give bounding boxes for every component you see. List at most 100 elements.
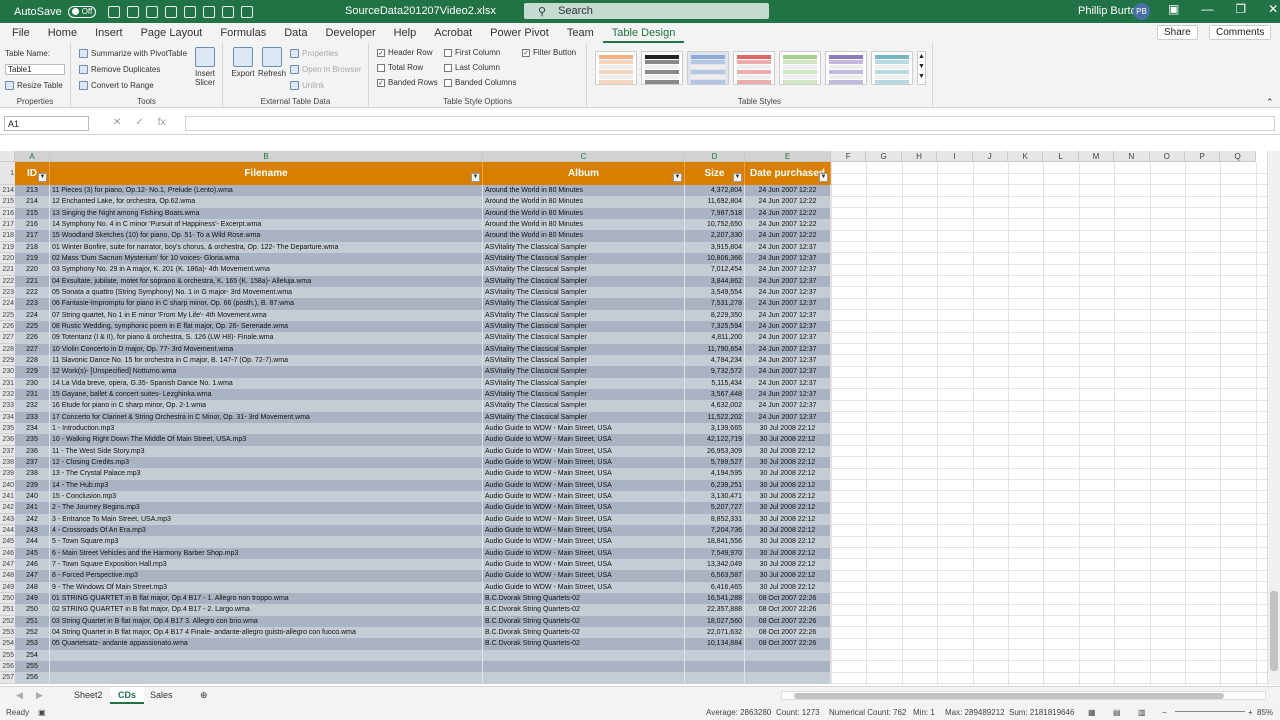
table-cell[interactable]: 3,844,862 bbox=[685, 275, 745, 287]
row-header[interactable]: 222 bbox=[0, 275, 15, 287]
table-cell[interactable]: 9 - The Windows Of Main Street.mp3 bbox=[50, 581, 483, 593]
table-cell[interactable]: 4,811,200 bbox=[685, 332, 745, 344]
status-numerical-count[interactable]: Numerical Count: 762 bbox=[829, 708, 906, 717]
status-count[interactable]: Count: 1273 bbox=[776, 708, 820, 717]
row-header[interactable]: 227 bbox=[0, 332, 15, 344]
table-header-id[interactable]: ID ▼ bbox=[15, 162, 50, 185]
table-cell[interactable]: 24 Jun 2007 12:22 bbox=[745, 218, 831, 231]
table-row[interactable]: 237 12 - Closing Credits.mp3 Audio Guide t… bbox=[15, 456, 831, 469]
close-icon[interactable]: ✕ bbox=[1268, 2, 1278, 16]
tab-home[interactable]: Home bbox=[39, 23, 86, 43]
properties-button[interactable]: Properties bbox=[290, 49, 338, 58]
table-cell[interactable] bbox=[50, 672, 483, 684]
row-header[interactable]: 218 bbox=[0, 230, 15, 242]
tab-data[interactable]: Data bbox=[275, 23, 316, 43]
table-cell[interactable]: 30 Jul 2008 22:12 bbox=[745, 422, 831, 435]
table-row[interactable]: 255 bbox=[15, 660, 831, 673]
row-header[interactable]: 228 bbox=[0, 343, 15, 355]
page-break-icon[interactable]: ▥ bbox=[1138, 708, 1146, 717]
normal-view-icon[interactable]: ▦ bbox=[1088, 708, 1096, 717]
row-header[interactable]: 238 bbox=[0, 456, 15, 469]
row-header[interactable]: 255 bbox=[0, 649, 15, 661]
table-row[interactable]: 241 2 - The Journey Begins.mp3 Audio Guide… bbox=[15, 502, 831, 514]
next-sheet-icon[interactable]: ▶ bbox=[28, 687, 51, 704]
column-header-l[interactable]: L bbox=[1043, 151, 1079, 162]
row-header[interactable]: 235 bbox=[0, 422, 15, 435]
table-cell[interactable] bbox=[483, 649, 685, 661]
column-header-d[interactable]: D bbox=[685, 151, 745, 162]
table-cell[interactable]: 24 Jun 2007 12:22 bbox=[745, 185, 831, 197]
table-cell[interactable]: 7,549,970 bbox=[685, 547, 745, 559]
table-cell[interactable]: 244 bbox=[15, 536, 50, 548]
table-row[interactable]: 249 01 STRING QUARTET in B flat major, Op… bbox=[15, 592, 831, 605]
column-header-c[interactable]: C bbox=[483, 151, 685, 162]
row-header[interactable]: 217 bbox=[0, 218, 15, 231]
header-row-checkbox[interactable]: ✓ Header Row bbox=[377, 48, 432, 57]
table-cell[interactable]: 14 Symphony No. 4 in C minor 'Pursuit of… bbox=[50, 218, 483, 231]
horizontal-scrollbar[interactable] bbox=[781, 691, 1266, 700]
table-cell[interactable]: 24 Jun 2007 12:37 bbox=[745, 411, 831, 423]
table-cell[interactable]: 245 bbox=[15, 547, 50, 559]
row-header[interactable]: 223 bbox=[0, 286, 15, 299]
table-cell[interactable]: Around the World in 80 Minutes bbox=[483, 230, 685, 242]
table-row[interactable]: 220 03 Symphony No. 29 in A major, K. 201… bbox=[15, 264, 831, 276]
name-box[interactable]: A1 bbox=[4, 116, 89, 131]
table-style-swatch[interactable] bbox=[641, 51, 683, 85]
table-row[interactable]: 218 01 Winter Bonfire, suite for narrator… bbox=[15, 241, 831, 253]
remove-duplicates-button[interactable]: Remove Duplicates bbox=[79, 65, 160, 74]
table-cell[interactable]: 12 Enchanted Lake, for orchestra, Op.62.… bbox=[50, 196, 483, 208]
table-cell[interactable]: 8,229,350 bbox=[685, 309, 745, 321]
sheet-tab-sales[interactable]: Sales bbox=[142, 687, 181, 704]
table-row[interactable]: 242 3 - Entrance To Main Street, USA.mp3 A… bbox=[15, 513, 831, 525]
table-cell[interactable]: 02 Mass 'Dum Sacrum Mysterium' for 10 vo… bbox=[50, 252, 483, 265]
table-cell[interactable]: 216 bbox=[15, 218, 50, 231]
table-cell[interactable]: 11,790,654 bbox=[685, 343, 745, 355]
tab-help[interactable]: Help bbox=[385, 23, 426, 43]
table-cell[interactable]: 223 bbox=[15, 298, 50, 310]
table-cell[interactable]: 3,549,554 bbox=[685, 286, 745, 299]
table-cell[interactable]: 12 Work(s)- [Unspecified] Notturno.wma bbox=[50, 366, 483, 378]
sort-icon[interactable] bbox=[222, 5, 235, 18]
customize-qat-icon[interactable] bbox=[241, 5, 254, 18]
table-cell[interactable]: 15 Gayane, ballet & concert suites- Lezg… bbox=[50, 388, 483, 401]
table-cell[interactable]: ASVitality The Classical Sampler bbox=[483, 332, 685, 344]
table-cell[interactable]: 7,531,278 bbox=[685, 298, 745, 310]
table-cell[interactable]: 227 bbox=[15, 343, 50, 355]
table-cell[interactable]: 10,134,884 bbox=[685, 638, 745, 650]
row-header[interactable]: 244 bbox=[0, 524, 15, 537]
table-row[interactable]: 234 1 - Introduction.mp3 Audio Guide to WD… bbox=[15, 422, 831, 435]
table-row[interactable]: 222 05 Sonata a quattro (String Symphony)… bbox=[15, 286, 831, 299]
table-cell[interactable]: 243 bbox=[15, 524, 50, 537]
cancel-icon[interactable]: ✕ bbox=[113, 117, 121, 128]
minimize-icon[interactable]: — bbox=[1201, 2, 1213, 16]
banded-columns-checkbox[interactable]: Banded Columns bbox=[444, 78, 516, 87]
table-header-album[interactable]: Album ▼ bbox=[483, 162, 685, 185]
row-header[interactable]: 246 bbox=[0, 547, 15, 559]
column-header-g[interactable]: G bbox=[866, 151, 902, 162]
table-header-date-purchased[interactable]: Date purchased ▼ bbox=[745, 162, 831, 185]
export-button[interactable]: Export bbox=[229, 47, 257, 78]
enter-icon[interactable]: ✓ bbox=[135, 117, 143, 128]
table-row[interactable]: 247 8 - Forced Perspective.mp3 Audio Guide… bbox=[15, 570, 831, 582]
table-style-swatch[interactable] bbox=[687, 51, 729, 85]
table-cell[interactable]: 14 La Vida breve, opera, G.35- Spanish D… bbox=[50, 377, 483, 389]
table-cell[interactable]: 13 Singing the Night among Fishing Boats… bbox=[50, 207, 483, 219]
table-row[interactable]: 224 07 String quartet, No 1 in E minor 'F… bbox=[15, 309, 831, 321]
table-cell[interactable]: Audio Guide to WDW - Main Street, USA bbox=[483, 581, 685, 593]
table-cell[interactable]: Audio Guide to WDW - Main Street, USA bbox=[483, 468, 685, 480]
redo-icon[interactable] bbox=[146, 5, 159, 18]
row-header[interactable]: 215 bbox=[0, 196, 15, 208]
table-cell[interactable] bbox=[685, 672, 745, 684]
add-sheet-icon[interactable]: ⊕ bbox=[192, 687, 216, 704]
table-cell[interactable]: 253 bbox=[15, 638, 50, 650]
table-cell[interactable]: 11 Pieces (3) for piano, Op.12- No.1, Pr… bbox=[50, 185, 483, 197]
table-cell[interactable]: ASVitality The Classical Sampler bbox=[483, 241, 685, 253]
column-header-f[interactable]: F bbox=[831, 151, 867, 162]
table-cell[interactable]: 7,987,518 bbox=[685, 207, 745, 219]
table-style-swatch[interactable] bbox=[779, 51, 821, 85]
status-average[interactable]: Average: 2863280 bbox=[706, 708, 771, 717]
row-header[interactable]: 226 bbox=[0, 320, 15, 333]
table-cell[interactable]: Around the World in 80 Minutes bbox=[483, 185, 685, 197]
table-cell[interactable]: 24 Jun 2007 12:22 bbox=[745, 207, 831, 219]
table-cell[interactable]: ASVitality The Classical Sampler bbox=[483, 400, 685, 412]
